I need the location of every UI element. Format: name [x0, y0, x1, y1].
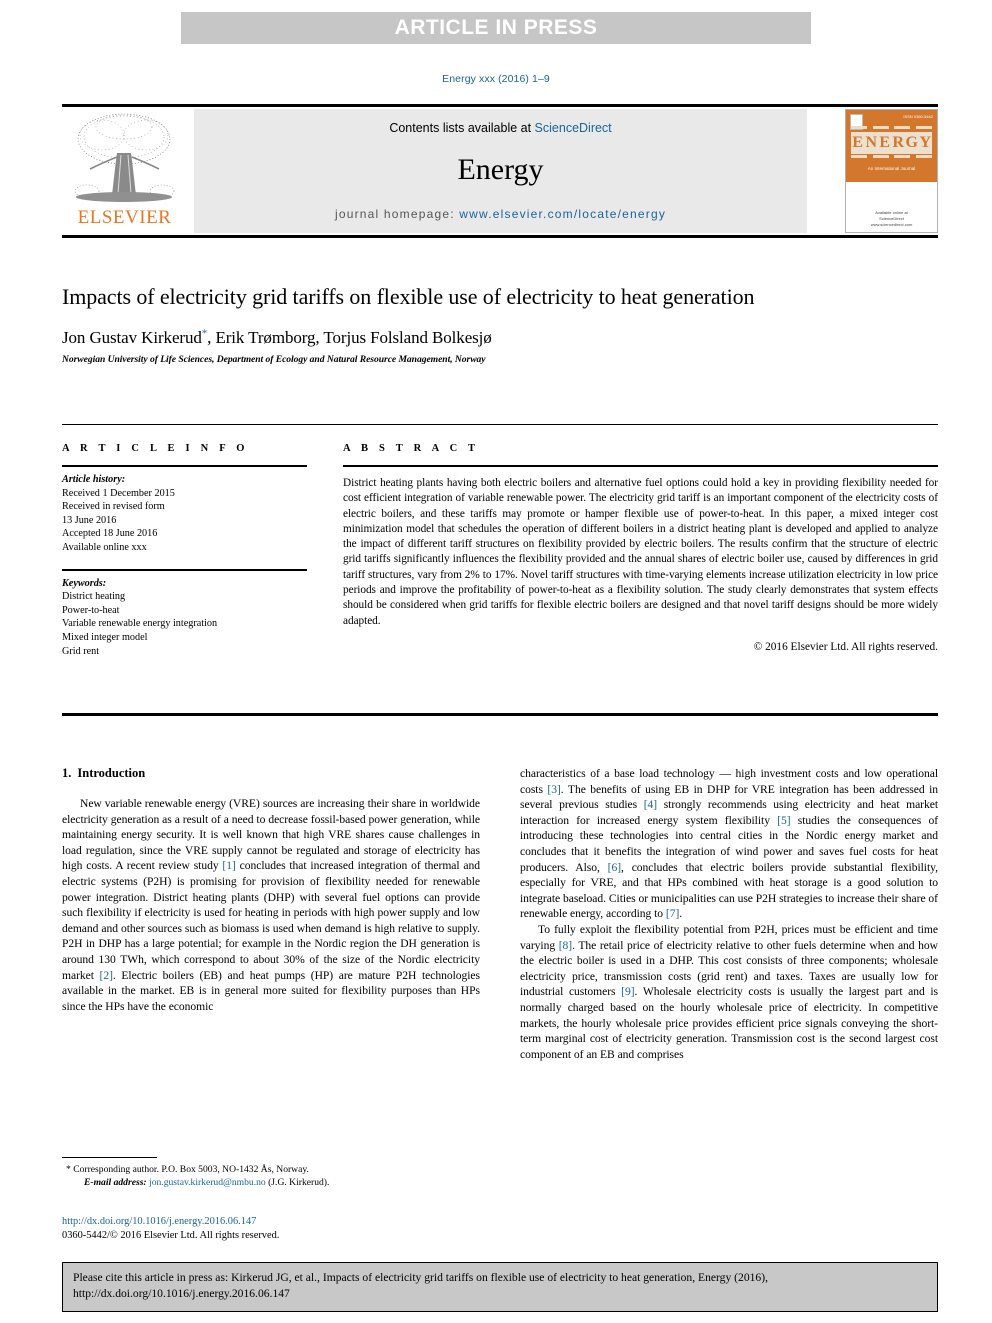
article-page: ARTICLE IN PRESS Energy xxx (2016) 1–9 E…: [0, 0, 992, 1323]
contents-available-line: Contents lists available at ScienceDirec…: [194, 121, 807, 135]
article-history-label: Article history:: [62, 474, 126, 485]
email-link[interactable]: jon.gustav.kirkerud@nmbu.no: [149, 1177, 266, 1188]
cover-letter: E: [851, 132, 865, 154]
cover-letter: N: [864, 132, 878, 154]
article-history-block: Article history: Received 1 December 201…: [62, 473, 307, 555]
article-info-column: A R T I C L E I N F O Article history: R…: [62, 443, 307, 658]
cover-letter: R: [891, 132, 905, 154]
section-number: 1.: [62, 766, 72, 780]
paragraph: New variable renewable energy (VRE) sour…: [62, 796, 480, 1014]
affiliation: Norwegian University of Life Sciences, D…: [62, 353, 486, 365]
issn-copyright: 0360-5442/© 2016 Elsevier Ltd. All right…: [62, 1230, 280, 1241]
paragraph-text: .: [679, 907, 683, 921]
citation-ref[interactable]: [6]: [608, 861, 621, 874]
paragraph: To fully exploit the flexibility potenti…: [520, 922, 938, 1062]
author-names: Jon Gustav Kirkerud*, Erik Trømborg, Tor…: [62, 327, 492, 347]
footnote-rule: [62, 1157, 157, 1158]
keyword-item: Grid rent: [62, 645, 100, 657]
journal-title: Energy: [457, 153, 544, 186]
abstract-heading: A B S T R A C T: [343, 443, 480, 454]
article-history-item: Received in revised form: [62, 501, 165, 513]
title-block: Impacts of electricity grid tariffs on f…: [62, 283, 938, 365]
cover-letter: G: [905, 132, 919, 154]
cover-energy-letters: E N E R G Y: [851, 132, 932, 154]
cite-this-article-text: Please cite this article in press as: Ki…: [73, 1271, 768, 1300]
journal-reference: Energy xxx (2016) 1–9: [442, 73, 550, 85]
cover-top-band: ISSN 0360-5442 E N E R G Y An Internatio…: [846, 110, 937, 182]
cover-publisher-note: Available online at ScienceDirect www.sc…: [870, 210, 913, 227]
citation-ref[interactable]: [2]: [100, 969, 113, 982]
section-heading-introduction: 1. Introduction: [62, 766, 480, 781]
cover-bottom-band: Available online at ScienceDirect www.sc…: [846, 182, 937, 232]
keyword-item: Mixed integer model: [62, 631, 148, 643]
info-divider-top: [62, 424, 938, 425]
cover-issn: ISSN 0360-5442: [903, 114, 933, 119]
citation-ref[interactable]: [7]: [666, 907, 679, 920]
article-history-item: 13 June 2016: [62, 514, 117, 526]
email-note: E-mail address: jon.gustav.kirkerud@nmbu…: [62, 1176, 480, 1189]
paragraph: characteristics of a base load technolog…: [520, 766, 938, 922]
citation-ref[interactable]: [1]: [222, 859, 235, 872]
paragraph-text: . Electric boilers (EB) and heat pumps (…: [62, 968, 480, 1013]
doi-link[interactable]: http://dx.doi.org/10.1016/j.energy.2016.…: [62, 1215, 502, 1229]
citation-ref[interactable]: [8]: [559, 939, 572, 952]
doi-block: http://dx.doi.org/10.1016/j.energy.2016.…: [62, 1215, 502, 1243]
cover-letter: Y: [918, 132, 932, 154]
contents-prefix: Contents lists available at: [389, 121, 535, 135]
citation-ref[interactable]: [9]: [621, 985, 634, 998]
journal-homepage-line: journal homepage: www.elsevier.com/locat…: [194, 207, 807, 221]
article-in-press-banner: ARTICLE IN PRESS: [181, 12, 811, 44]
keyword-item: Variable renewable energy integration: [62, 618, 218, 630]
journal-masthead: ELSEVIER Contents lists available at Sci…: [62, 104, 938, 238]
cover-tagline: An International Journal: [867, 166, 916, 171]
keywords-rule: [62, 568, 307, 571]
body-column-left: 1. Introduction New variable renewable en…: [62, 766, 480, 1014]
article-info-rule: [62, 465, 307, 467]
abstract-column: A B S T R A C T District heating plants …: [343, 443, 938, 653]
article-history-item: Received 1 December 2015: [62, 487, 175, 499]
abstract-copyright: © 2016 Elsevier Ltd. All rights reserved…: [753, 640, 938, 653]
contents-panel: Contents lists available at ScienceDirec…: [194, 109, 807, 233]
paragraph-text: concludes that increased integration of …: [62, 859, 480, 982]
email-suffix: (J.G. Kirkerud).: [265, 1177, 330, 1188]
article-info-heading: A R T I C L E I N F O: [62, 443, 249, 454]
journal-cover-thumbnail: ISSN 0360-5442 E N E R G Y An Internatio…: [845, 109, 938, 233]
keyword-item: Power-to-heat: [62, 604, 120, 616]
article-in-press-label: ARTICLE IN PRESS: [394, 16, 598, 39]
cite-this-article-box: Please cite this article in press as: Ki…: [62, 1262, 938, 1312]
abstract-text: District heating plants having both elec…: [343, 477, 938, 627]
sciencedirect-link[interactable]: ScienceDirect: [535, 121, 612, 135]
abstract-rule: [343, 465, 938, 467]
email-label: E-mail address:: [84, 1177, 147, 1188]
citation-ref[interactable]: [3]: [547, 783, 560, 796]
body-column-right: characteristics of a base load technolog…: [520, 766, 938, 1062]
author-list: Jon Gustav Kirkerud*, Erik Trømborg, Tor…: [62, 327, 938, 348]
keywords-block: Keywords: District heating Power-to-heat…: [62, 577, 307, 659]
elsevier-wordmark: ELSEVIER: [77, 207, 172, 228]
footnote-block: * Corresponding author. P.O. Box 5003, N…: [62, 1157, 480, 1189]
article-history-item: Available online xxx: [62, 541, 147, 553]
cover-top-rules: [851, 126, 932, 129]
citation-ref[interactable]: [4]: [644, 798, 657, 811]
article-history-item: Accepted 18 June 2016: [62, 528, 158, 540]
cover-bottom-rules: [851, 155, 932, 158]
info-divider-bottom: [62, 713, 938, 716]
keyword-item: District heating: [62, 591, 126, 603]
homepage-prefix: journal homepage:: [334, 207, 460, 221]
corresponding-author-note: * Corresponding author. P.O. Box 5003, N…: [62, 1163, 480, 1176]
corresponding-author-marker: *: [201, 327, 208, 339]
citation-ref[interactable]: [5]: [777, 814, 790, 827]
page-title: Impacts of electricity grid tariffs on f…: [62, 284, 755, 309]
keywords-label: Keywords:: [62, 577, 107, 589]
section-title: Introduction: [77, 766, 146, 780]
cover-letter: E: [878, 132, 892, 154]
journal-homepage-url[interactable]: www.elsevier.com/locate/energy: [459, 207, 666, 221]
corresponding-author-text: Corresponding author. P.O. Box 5003, NO-…: [70, 1164, 309, 1175]
body-columns: 1. Introduction New variable renewable en…: [62, 766, 938, 1186]
